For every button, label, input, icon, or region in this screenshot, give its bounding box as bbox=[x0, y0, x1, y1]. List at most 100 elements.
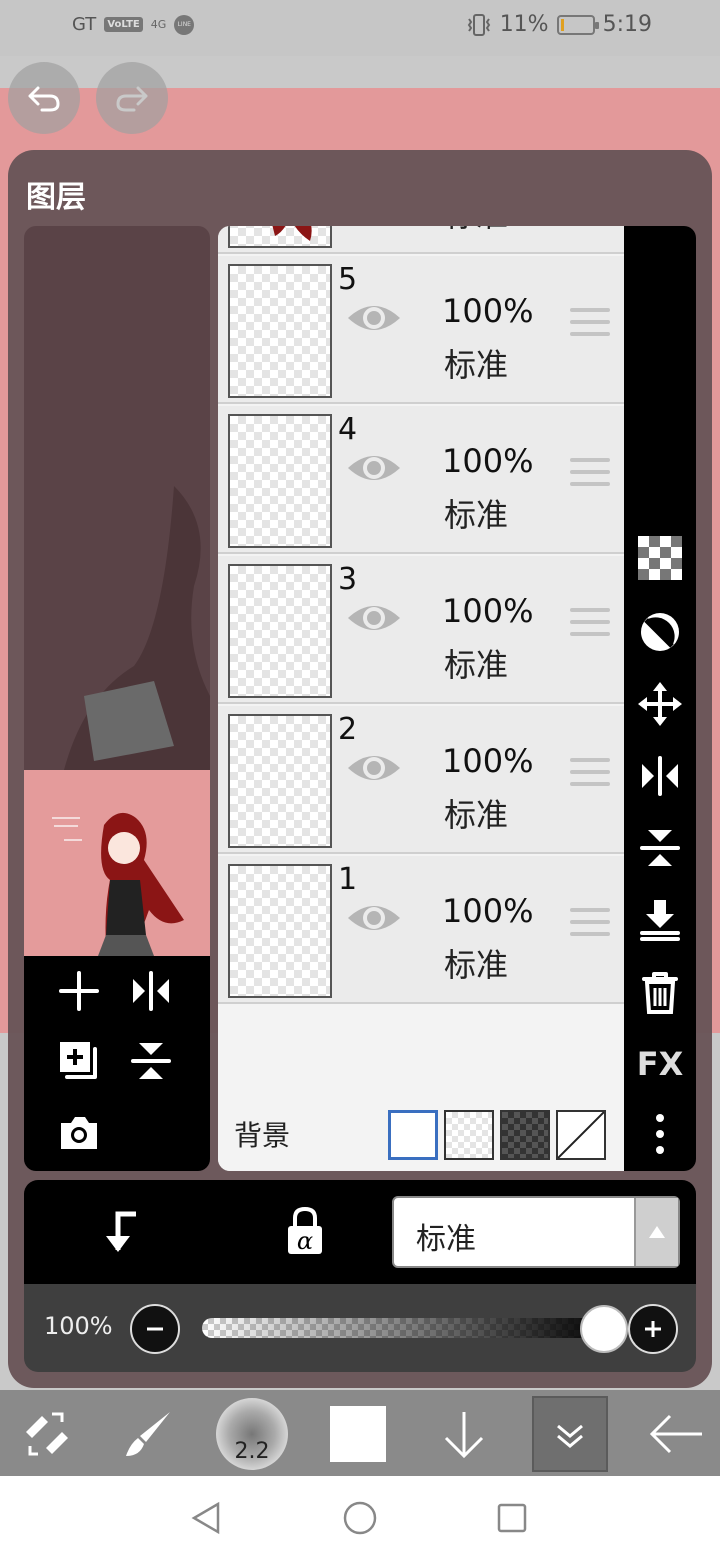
layer-thumbnail[interactable] bbox=[228, 414, 332, 548]
background-light-checker-swatch[interactable] bbox=[444, 1110, 494, 1160]
hair-art bbox=[272, 226, 312, 241]
fx-button[interactable]: FX bbox=[637, 1042, 684, 1086]
layer-list[interactable]: 100%标准5100%标准4100%标准3100%标准2100%标准1100%标… bbox=[218, 226, 624, 1171]
back-button[interactable] bbox=[638, 1396, 714, 1472]
layer-number: 4 bbox=[338, 412, 358, 447]
opacity-increase-button[interactable] bbox=[628, 1304, 678, 1354]
nav-recents-button[interactable] bbox=[492, 1498, 532, 1538]
layer-number: 5 bbox=[338, 262, 358, 297]
svg-text:α: α bbox=[297, 1227, 313, 1255]
drag-handle-icon[interactable] bbox=[570, 608, 610, 648]
flip-vertical-button[interactable] bbox=[124, 1034, 178, 1088]
canvas-thumbnail[interactable] bbox=[24, 770, 210, 956]
drag-handle-icon[interactable] bbox=[570, 758, 610, 798]
status-right: 11% 5:19 bbox=[466, 12, 652, 37]
layer-opacity: 100% bbox=[442, 292, 534, 330]
layer-opacity: 100% bbox=[442, 742, 534, 780]
minus-icon bbox=[147, 1327, 163, 1331]
layer-row[interactable]: 3 100% 标准 bbox=[218, 556, 624, 704]
battery-level bbox=[560, 18, 564, 31]
nav-back-button[interactable] bbox=[186, 1498, 226, 1538]
color-button[interactable] bbox=[320, 1396, 396, 1472]
drag-handle-icon[interactable] bbox=[570, 458, 610, 498]
layer-row[interactable]: 100%标准 bbox=[218, 226, 624, 254]
plus-icon bbox=[59, 971, 99, 1011]
layer-number: 2 bbox=[338, 712, 358, 747]
visibility-toggle[interactable] bbox=[346, 300, 402, 336]
flip-horizontal-button[interactable] bbox=[124, 964, 178, 1018]
layer-panel-toggle-button[interactable] bbox=[532, 1396, 608, 1472]
layer-row[interactable]: 5 100% 标准 bbox=[218, 256, 624, 404]
nav-home-button[interactable] bbox=[340, 1498, 380, 1538]
circle-home-icon bbox=[343, 1501, 377, 1535]
layer-opacity: 100% bbox=[442, 592, 534, 630]
visibility-toggle[interactable] bbox=[346, 750, 402, 786]
layer-thumbnail[interactable] bbox=[228, 564, 332, 698]
visibility-toggle[interactable] bbox=[346, 900, 402, 936]
opacity-decrease-button[interactable] bbox=[130, 1304, 180, 1354]
layer-thumbnail[interactable] bbox=[228, 226, 332, 248]
square-recents-icon bbox=[497, 1503, 527, 1533]
delete-layer-button[interactable] bbox=[638, 970, 682, 1014]
add-layer-button[interactable] bbox=[52, 964, 106, 1018]
redo-icon bbox=[116, 86, 148, 112]
layer-number: 1 bbox=[338, 862, 358, 897]
status-bar: GT VoLTE 4G LINE 11% 5:19 bbox=[0, 0, 720, 56]
opacity-slider-knob[interactable] bbox=[580, 1305, 628, 1353]
visibility-toggle[interactable] bbox=[346, 600, 402, 636]
layer-down-button[interactable] bbox=[426, 1396, 502, 1472]
layer-panel: 图层 5 100% 标准 4 100% 标准 3 100% 标准 2 100% … bbox=[8, 150, 712, 1388]
camera-icon bbox=[61, 1117, 97, 1149]
drag-handle-icon[interactable] bbox=[570, 908, 610, 948]
faded-artwork bbox=[64, 486, 210, 770]
dropdown-arrow-icon bbox=[634, 1198, 678, 1266]
layer-thumbnail[interactable] bbox=[228, 264, 332, 398]
layer-row[interactable]: 2 100% 标准 bbox=[218, 706, 624, 854]
clip-to-below-button[interactable] bbox=[94, 1204, 148, 1258]
flip-vertical-side-button[interactable] bbox=[638, 826, 682, 870]
side-tools: FX bbox=[624, 226, 696, 1171]
redo-button[interactable] bbox=[96, 62, 168, 134]
background-white-swatch[interactable] bbox=[388, 1110, 438, 1160]
undo-button[interactable] bbox=[8, 62, 80, 134]
camera-button[interactable] bbox=[52, 1106, 106, 1160]
opacity-slider[interactable] bbox=[202, 1318, 612, 1338]
layer-opacity: 100% bbox=[442, 892, 534, 930]
merge-down-button[interactable] bbox=[638, 898, 682, 942]
duplicate-layer-button[interactable] bbox=[52, 1034, 106, 1088]
clipping-button[interactable] bbox=[638, 610, 682, 654]
eye-icon bbox=[348, 606, 400, 630]
brush-size-button[interactable]: 2.2 bbox=[214, 1396, 290, 1472]
layer-blend-mode: 标准 bbox=[444, 496, 509, 534]
duplicate-icon bbox=[60, 1042, 97, 1079]
more-options-button[interactable] bbox=[638, 1112, 682, 1156]
layer-row[interactable]: 4 100% 标准 bbox=[218, 406, 624, 554]
eye-icon bbox=[348, 756, 400, 780]
brush-eraser-swap-button[interactable] bbox=[8, 1396, 84, 1472]
layer-thumbnail[interactable] bbox=[228, 714, 332, 848]
checker-icon bbox=[638, 536, 682, 580]
brush-size-value: 2.2 bbox=[234, 1439, 270, 1464]
background-dark-checker-swatch[interactable] bbox=[500, 1110, 550, 1160]
flip-horizontal-side-button[interactable] bbox=[638, 754, 682, 798]
background-transparent-swatch[interactable] bbox=[556, 1110, 606, 1160]
battery-percent: 11% bbox=[499, 12, 549, 37]
visibility-toggle[interactable] bbox=[346, 450, 402, 486]
transparency-button[interactable] bbox=[638, 536, 682, 580]
character-thumbnail-art bbox=[52, 812, 184, 956]
panel-title: 图层 bbox=[26, 180, 86, 215]
system-navigation-bar bbox=[0, 1476, 720, 1560]
layer-thumbnail[interactable] bbox=[228, 864, 332, 998]
arrow-down-icon bbox=[444, 1412, 484, 1459]
alpha-lock-button[interactable]: α bbox=[278, 1204, 332, 1258]
move-button[interactable] bbox=[638, 682, 682, 726]
volte-icon: VoLTE bbox=[104, 17, 143, 32]
background-row: 背景 bbox=[218, 1096, 624, 1171]
layer-row[interactable]: 1 100% 标准 bbox=[218, 856, 624, 1004]
eye-icon bbox=[348, 456, 400, 480]
brush-tool-button[interactable] bbox=[110, 1396, 186, 1472]
blend-mode-value: 标准 bbox=[416, 1222, 476, 1257]
drag-handle-icon[interactable] bbox=[570, 308, 610, 348]
eye-icon bbox=[348, 306, 400, 330]
blend-mode-select[interactable]: 标准 bbox=[392, 1196, 680, 1268]
